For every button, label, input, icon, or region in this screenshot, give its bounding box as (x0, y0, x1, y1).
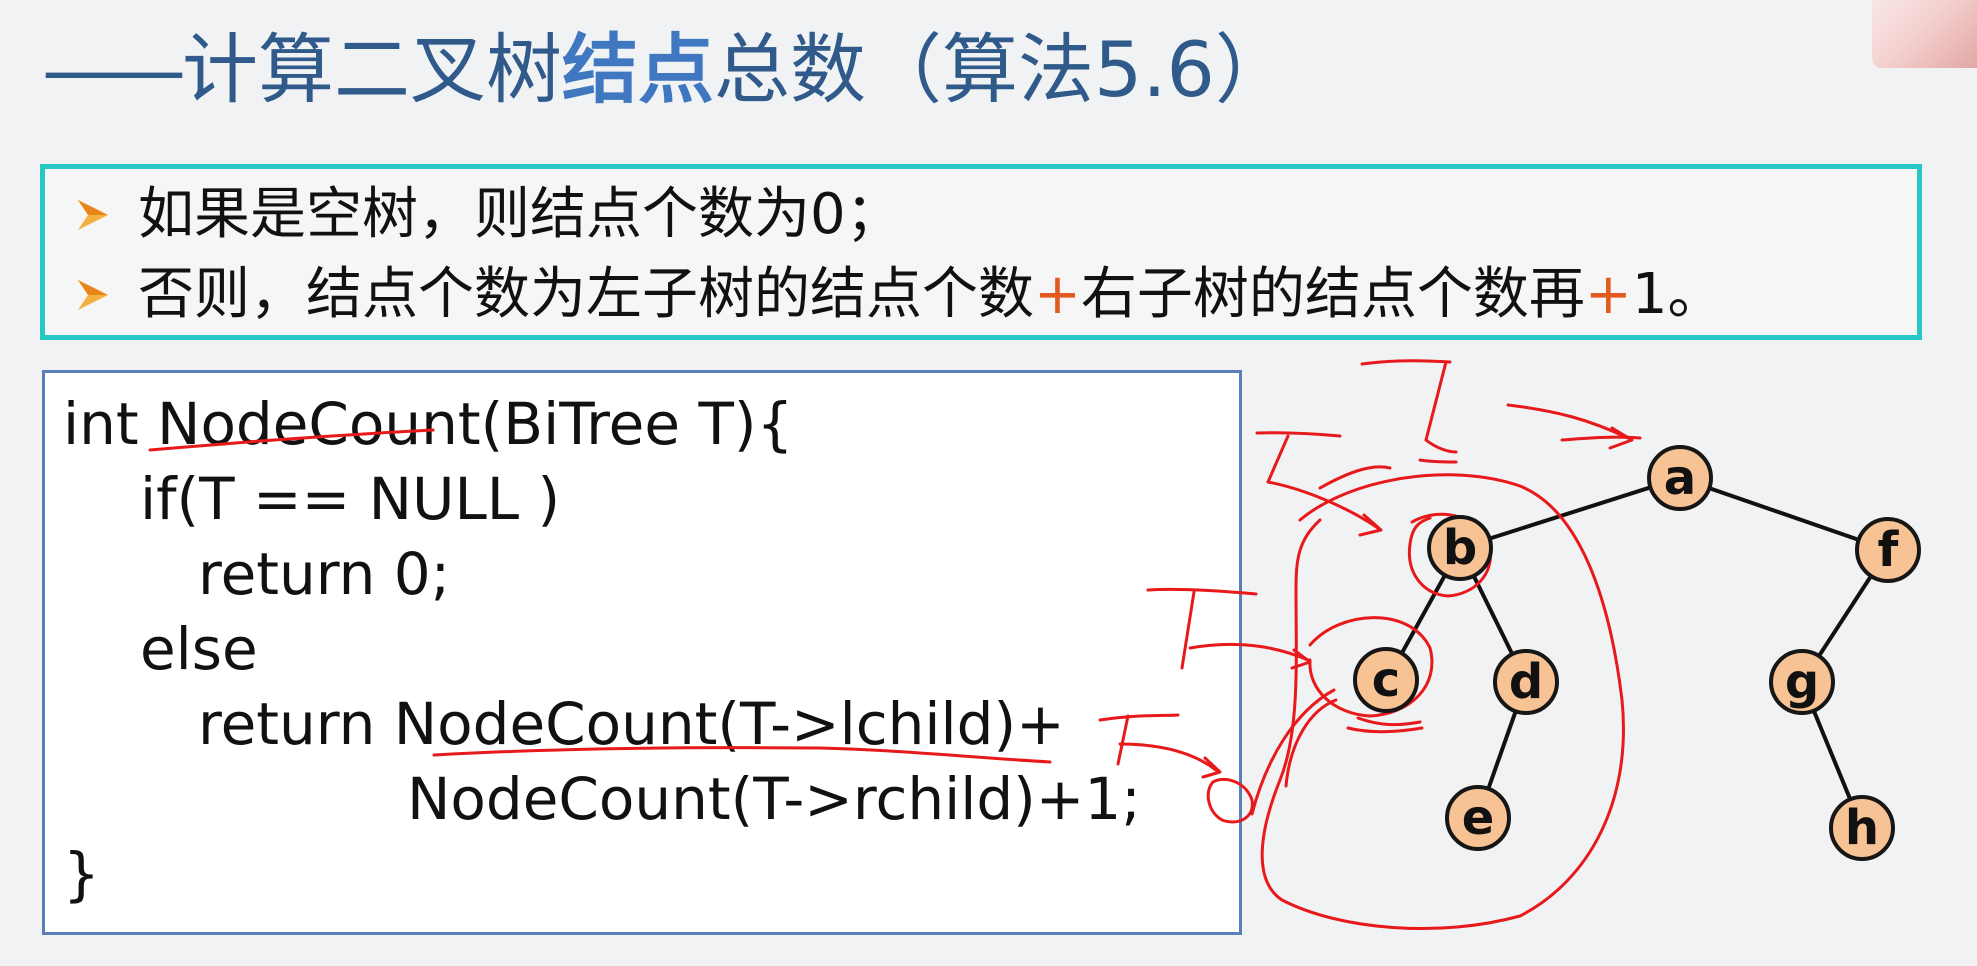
rule-line-1: 如果是空树，则结点个数为0； (70, 181, 902, 249)
tree-node-g: g (1769, 649, 1835, 715)
code-line-1: int NodeCount(BiTree T){ (63, 390, 794, 458)
tree-node-c: c (1353, 647, 1419, 713)
tree-node-d: d (1493, 649, 1559, 715)
annotation-stroke (1266, 434, 1290, 484)
annotation-stroke (1346, 726, 1424, 734)
tree-node-b: b (1427, 515, 1493, 581)
tree-node-e: e (1445, 785, 1511, 851)
title-dash: —— (42, 25, 186, 114)
page-title: ——计算二叉树结点总数（算法5.6） (42, 24, 1291, 116)
annotation-stroke (1290, 648, 1312, 670)
annotation-stroke (1250, 688, 1336, 816)
orange-arrowhead-icon (78, 280, 108, 310)
edge-a-b (1459, 476, 1681, 550)
annotation-stroke (1608, 426, 1634, 450)
annotation-stroke (1418, 458, 1458, 464)
annotation-stroke (1358, 513, 1383, 537)
annotation-stroke (1424, 360, 1448, 442)
rule-line-2: 否则，结点个数为左子树的结点个数 + 右子树的结点个数再 +1。 (70, 261, 1723, 329)
plus-sign: + (1034, 262, 1081, 327)
annotation-stroke (1284, 698, 1338, 788)
code-line-3: return 0; (198, 540, 451, 608)
orange-arrowhead-icon (78, 200, 108, 230)
code-line-5: return NodeCount(T->lchild)+ (198, 690, 1065, 758)
rule-text-2b: 右子树的结点个数再 (1080, 262, 1585, 327)
rule-text-2c: 1。 (1631, 262, 1724, 327)
code-line-4: else (140, 615, 258, 683)
annotation-stroke (1318, 465, 1392, 490)
annotation-stroke (1266, 480, 1380, 530)
title-suffix: 总数（算法5.6） (714, 25, 1291, 114)
title-prefix: 计算二叉树 (182, 25, 562, 114)
annotation-stroke (1506, 403, 1630, 440)
annotation-stroke (1356, 716, 1422, 727)
annotation-stroke (1560, 435, 1642, 442)
code-line-2: if(T == NULL ) (140, 465, 561, 533)
code-line-7: } (63, 840, 100, 908)
annotation-stroke (1424, 438, 1458, 454)
code-line-6: NodeCount(T->rchild)+1; (407, 765, 1141, 833)
annotation-stroke (1255, 431, 1342, 438)
code-box: int NodeCount(BiTree T){ if(T == NULL ) … (42, 370, 1242, 935)
webcam-thumbnail (1872, 0, 1977, 68)
plus-sign: + (1584, 262, 1632, 327)
rule-text-2a: 否则，结点个数为左子树的结点个数 (138, 262, 1034, 327)
rule-text-1: 如果是空树，则结点个数为0； (138, 182, 902, 247)
tree-node-f: f (1855, 517, 1921, 583)
tree-node-h: h (1829, 795, 1895, 861)
annotation-stroke (1360, 359, 1452, 366)
rule-box: 如果是空树，则结点个数为0； 否则，结点个数为左子树的结点个数 + 右子树的结点个数… (40, 164, 1922, 340)
title-highlight: 结点 (562, 25, 714, 114)
tree-node-a: a (1647, 445, 1713, 511)
